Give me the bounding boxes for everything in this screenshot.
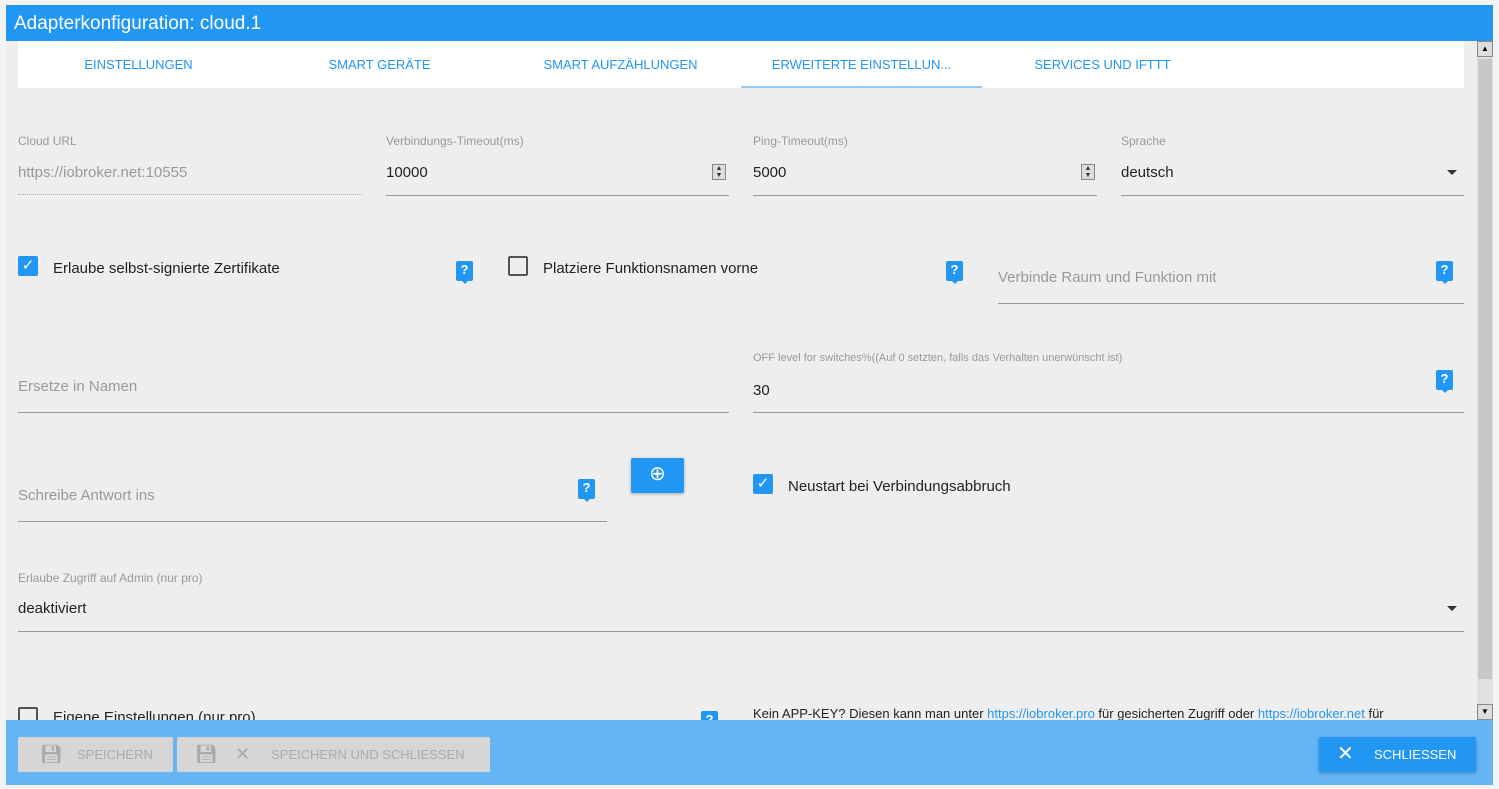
- close-button[interactable]: ✕ SCHLIESSEN: [1319, 737, 1476, 772]
- help-icon[interactable]: ?: [578, 479, 595, 502]
- off-level-input[interactable]: 30: [753, 382, 770, 399]
- allow-admin-label: Erlaube Zugriff auf Admin (nur pro): [18, 571, 203, 585]
- scroll-thumb[interactable]: [1478, 59, 1492, 679]
- func-first-checkbox[interactable]: [508, 256, 528, 276]
- underline: [386, 195, 729, 196]
- tab-services-ifttt[interactable]: SERVICES UND IFTTT: [982, 41, 1223, 88]
- replace-names-input[interactable]: Ersetze in Namen: [18, 378, 137, 395]
- underline: [18, 412, 729, 413]
- dialog-title: Adapterkonfiguration: cloud.1: [6, 5, 1493, 41]
- chevron-down-icon[interactable]: [1447, 170, 1457, 175]
- ping-timeout-label: Ping-Timeout(ms): [753, 134, 848, 148]
- cloud-url-label: Cloud URL: [18, 134, 77, 148]
- tab-smart-aufzaehlungen[interactable]: SMART AUFZÄHLUNGEN: [500, 41, 741, 88]
- save-icon: 💾︎: [40, 744, 63, 764]
- iobroker-pro-link[interactable]: https://iobroker.pro: [987, 706, 1095, 721]
- save-close-button[interactable]: 💾︎ ✕ SPEICHERN UND SCHLIESSEN: [177, 737, 490, 772]
- help-icon[interactable]: ?: [946, 261, 963, 284]
- underline: [1121, 195, 1464, 196]
- note-text: für: [1364, 706, 1384, 721]
- help-icon[interactable]: ?: [456, 261, 473, 284]
- underline: [753, 412, 1464, 413]
- conn-timeout-input[interactable]: 10000: [386, 164, 428, 181]
- tab-smart-geraete[interactable]: SMART GERÄTE: [259, 41, 500, 88]
- cloud-url-underline: [18, 194, 362, 195]
- save-label: SPEICHERN: [77, 747, 153, 762]
- close-icon: ✕: [1337, 743, 1354, 765]
- underline: [18, 631, 1464, 632]
- vertical-scrollbar[interactable]: ▲ ▼: [1477, 41, 1493, 720]
- underline: [998, 303, 1464, 304]
- adapter-config-dialog: Adapterkonfiguration: cloud.1 EINSTELLUN…: [6, 5, 1493, 785]
- plus-circle-icon: ⊕: [649, 463, 666, 485]
- ping-timeout-spinner[interactable]: ▲ ▼: [1081, 164, 1095, 180]
- appkey-note: Kein APP-KEY? Diesen kann man unter http…: [753, 706, 1384, 721]
- save-icon: 💾︎: [195, 744, 218, 764]
- func-first-label: Platziere Funktionsnamen vorne: [543, 260, 759, 277]
- allow-admin-select[interactable]: deaktiviert: [18, 600, 86, 617]
- help-icon[interactable]: ?: [1436, 370, 1453, 393]
- underline: [18, 521, 607, 522]
- allow-selfsigned-label: Erlaube selbst-signierte Zertifikate: [53, 260, 280, 277]
- note-text: Kein APP-KEY? Diesen kann man unter: [753, 706, 988, 721]
- ping-timeout-input[interactable]: 5000: [753, 164, 786, 181]
- language-label: Sprache: [1121, 134, 1166, 148]
- underline: [753, 195, 1097, 196]
- close-label: SCHLIESSEN: [1374, 747, 1457, 762]
- note-text: für gesicherten Zugriff oder: [1094, 706, 1258, 721]
- concat-word-input[interactable]: Verbinde Raum und Funktion mit: [998, 269, 1216, 286]
- scroll-up-arrow[interactable]: ▲: [1477, 41, 1493, 57]
- tab-einstellungen[interactable]: EINSTELLUNGEN: [18, 41, 259, 88]
- cloud-url-input[interactable]: https://iobroker.net:10555: [18, 164, 187, 181]
- restart-checkbox[interactable]: ✓: [753, 474, 773, 494]
- tab-bar: EINSTELLUNGEN SMART GERÄTE SMART AUFZÄHL…: [18, 41, 1464, 88]
- tab-erweiterte-einstellungen[interactable]: ERWEITERTE EINSTELLUN...: [741, 41, 982, 88]
- language-select[interactable]: deutsch: [1121, 164, 1174, 181]
- chevron-down-icon[interactable]: [1447, 606, 1457, 611]
- dialog-footer: 💾︎ SPEICHERN 💾︎ ✕ SPEICHERN UND SCHLIESS…: [6, 720, 1493, 785]
- allow-selfsigned-checkbox[interactable]: ✓: [18, 256, 38, 276]
- save-close-label: SPEICHERN UND SCHLIESSEN: [271, 747, 465, 762]
- restart-label: Neustart bei Verbindungsabbruch: [788, 478, 1011, 495]
- iobroker-net-link[interactable]: https://iobroker.net: [1258, 706, 1365, 721]
- close-icon: ✕: [235, 744, 251, 764]
- save-button[interactable]: 💾︎ SPEICHERN: [18, 737, 173, 772]
- response-id-input[interactable]: Schreibe Antwort ins: [18, 487, 155, 504]
- add-object-button[interactable]: ⊕: [631, 458, 684, 493]
- off-level-label: OFF level for switches%((Auf 0 setzten, …: [753, 352, 1123, 364]
- help-icon[interactable]: ?: [1436, 261, 1453, 284]
- conn-timeout-spinner[interactable]: ▲ ▼: [712, 164, 726, 180]
- conn-timeout-label: Verbindungs-Timeout(ms): [386, 134, 524, 148]
- scroll-down-arrow[interactable]: ▼: [1477, 704, 1493, 720]
